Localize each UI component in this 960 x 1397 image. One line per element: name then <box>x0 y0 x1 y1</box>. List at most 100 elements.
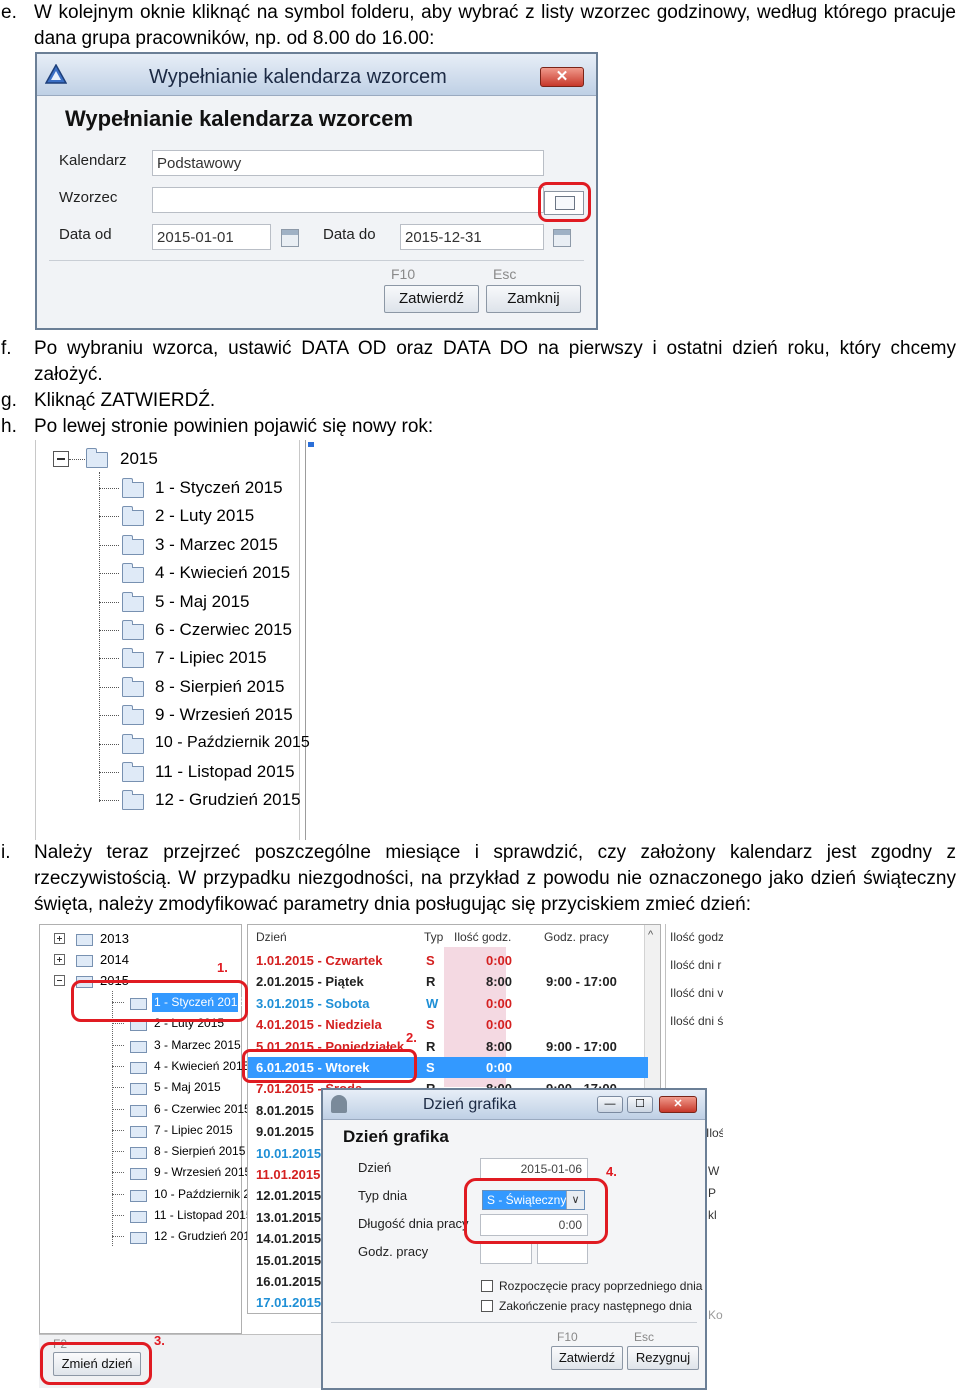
folder-icon <box>122 534 144 555</box>
calendar-window: 2013 2014 2015 1 - Styczeń 2015 2 - Luty… <box>35 920 723 1390</box>
close-icon[interactable]: ✕ <box>659 1096 697 1113</box>
tree-connector <box>112 1236 124 1238</box>
tree-connector <box>99 772 119 773</box>
tree-item-month-11[interactable]: 11 - Listopad 2015 <box>100 1205 253 1226</box>
tree-item-month-2[interactable]: 2 - Luty 2015 <box>99 505 304 529</box>
tree-item-label: 3 - Marzec 2015 <box>155 534 278 554</box>
tree-item-label: 6 - Czerwiec 2015 <box>155 620 293 639</box>
day-field[interactable]: 2015-01-06 <box>480 1158 588 1180</box>
dialog-heading: Dzień grafika <box>343 1127 449 1146</box>
tree-item-month-3[interactable]: 3 - Marzec 2015 <box>100 1035 241 1056</box>
tree-item-month-10[interactable]: 10 - Październik 2015 <box>100 1184 270 1205</box>
cancel-button[interactable]: Rezygnuj <box>627 1346 699 1370</box>
folder-icon <box>130 1061 147 1074</box>
tree-item-month-8[interactable]: 8 - Sierpień 2015 <box>99 676 304 700</box>
previous-day-label: Rozpoczęcie pracy poprzedniego dnia <box>499 1279 703 1293</box>
tree-item-label: 2 - Luty 2015 <box>155 506 255 526</box>
tree-item-month-12[interactable]: 12 - Grudzień 2015 <box>100 1226 257 1247</box>
table-row[interactable]: 4.01.2015 - Niedziela S 0:00 <box>248 1014 648 1035</box>
folder-icon <box>86 448 108 468</box>
tree-item-month-7[interactable]: 7 - Lipiec 2015 <box>99 647 304 671</box>
tree-root-label[interactable]: 2015 <box>120 449 158 469</box>
folder-icon <box>122 563 144 584</box>
tree-item-month-12[interactable]: 12 - Grudzień 2015 <box>99 789 304 813</box>
data-od-field[interactable]: 2015-01-01 <box>152 224 271 250</box>
cell-day: 10.01.2015 <box>256 1145 322 1161</box>
folder-icon <box>130 1189 147 1202</box>
confirm-hotkey: F10 <box>391 266 416 282</box>
tree-item-label: 6 - Czerwiec 2015 <box>154 1101 251 1116</box>
tree-item-month-5[interactable]: 5 - Maj 2015 <box>100 1077 240 1098</box>
tree-item-month-8[interactable]: 8 - Sierpień 2015 <box>100 1141 245 1162</box>
tree-connector <box>112 1215 124 1216</box>
tree-item-label: 3 - Marzec 2015 <box>154 1037 241 1052</box>
confirm-button[interactable]: Zatwierdź <box>551 1346 623 1370</box>
table-row[interactable]: 1.01.2015 - Czwartek S 0:00 <box>248 950 648 971</box>
tree-item-month-5[interactable]: 5 - Maj 2015 <box>99 591 304 615</box>
tree-item-month-4[interactable]: 4 - Kwiecień 2015 <box>100 1056 249 1077</box>
minimize-icon[interactable]: — <box>597 1096 623 1113</box>
tree-item-month-9[interactable]: 9 - Wrzesień 2015 <box>100 1162 251 1183</box>
wzorzec-field[interactable] <box>152 187 544 213</box>
tree-item-month-4[interactable]: 4 - Kwiecień 2015 <box>99 562 304 586</box>
collapse-icon[interactable] <box>53 451 69 467</box>
work-hours-to-field[interactable] <box>537 1242 588 1264</box>
tree-item-label: 1 - Styczeń 2015 <box>155 478 283 497</box>
step-marker: 3. <box>154 1333 165 1348</box>
item-label: e. <box>1 2 17 23</box>
column-header-work-hours[interactable]: Godz. pracy <box>544 925 609 947</box>
summary-label: Ilość dni ś <box>670 1014 723 1028</box>
tree-item-label: 11 - Listopad 2015 <box>154 1208 253 1222</box>
tree-connector <box>112 1193 124 1195</box>
tree-item-month-10[interactable]: 10 - Październik 2015 <box>99 733 310 757</box>
calendar-icon[interactable] <box>281 229 299 247</box>
item-text: Kliknąć ZATWIERDŹ. <box>34 390 216 411</box>
tree-connector <box>99 601 119 603</box>
next-day-checkbox[interactable] <box>481 1300 493 1312</box>
tree-item-month-11[interactable]: 11 - Listopad 2015 <box>99 761 304 785</box>
cell-type: S <box>426 1017 435 1033</box>
summary-label: Ilość dni <box>706 1126 723 1140</box>
folder-icon <box>130 1168 147 1181</box>
year-tree: 2015 1 - Styczeń 2015 2 - Luty 2015 3 - … <box>35 440 314 840</box>
tree-item-year-2014[interactable]: 2014 <box>40 949 240 970</box>
tree-item-label: 5 - Maj 2015 <box>154 1080 221 1095</box>
item-label: i. <box>1 842 11 863</box>
close-button[interactable]: Zamknij <box>486 285 581 313</box>
cell-day: 15.01.2015 <box>256 1252 322 1268</box>
highlight-frame <box>40 1342 152 1385</box>
collapse-icon[interactable] <box>54 975 65 986</box>
tree-item-month-3[interactable]: 3 - Marzec 2015 <box>99 534 304 558</box>
work-hours-label: Godz. pracy <box>358 1244 429 1259</box>
confirm-button[interactable]: Zatwierdź <box>384 285 479 313</box>
calendar-icon[interactable] <box>553 229 571 247</box>
tree-item-month-9[interactable]: 9 - Wrzesień 2015 <box>99 704 304 728</box>
work-hours-from-field[interactable] <box>480 1242 532 1264</box>
tree-item-year-2013[interactable]: 2013 <box>40 928 240 949</box>
close-icon[interactable]: ✕ <box>540 67 584 87</box>
cell-day: 11.01.2015 <box>256 1167 321 1182</box>
table-row[interactable]: 3.01.2015 - Sobota W 0:00 <box>248 993 648 1014</box>
tree-connector <box>99 488 119 489</box>
tree-item-month-6[interactable]: 6 - Czerwiec 2015 <box>99 619 304 643</box>
summary-label: Ilość dni v <box>670 986 723 1000</box>
tree-item-month-6[interactable]: 6 - Czerwiec 2015 <box>100 1099 251 1120</box>
maximize-icon[interactable]: ☐ <box>627 1096 653 1113</box>
tree-item-month-1[interactable]: 1 - Styczeń 2015 <box>99 477 304 501</box>
cell-day: 16.01.2015 <box>256 1274 322 1289</box>
previous-day-checkbox[interactable] <box>481 1280 493 1292</box>
expand-icon[interactable] <box>54 954 65 965</box>
cell-day: 8.01.2015 <box>256 1102 314 1118</box>
tree-item-month-7[interactable]: 7 - Lipiec 2015 <box>100 1120 240 1141</box>
column-header-day[interactable]: Dzień <box>256 925 287 947</box>
column-header-type[interactable]: Typ <box>424 925 443 947</box>
tree-connector <box>112 1129 124 1131</box>
cell-work: 9:00 - 17:00 <box>546 974 617 990</box>
kalendarz-field[interactable]: Podstawowy <box>152 150 544 176</box>
item-label: h. <box>1 416 17 437</box>
tree-item-label: 12 - Grudzień 2015 <box>155 790 301 810</box>
table-row[interactable]: 2.01.2015 - Piątek R 8:00 9:00 - 17:00 <box>248 971 648 992</box>
data-do-field[interactable]: 2015-12-31 <box>400 224 544 250</box>
expand-icon[interactable] <box>54 933 65 944</box>
column-header-hours[interactable]: Ilość godz. <box>454 925 511 947</box>
